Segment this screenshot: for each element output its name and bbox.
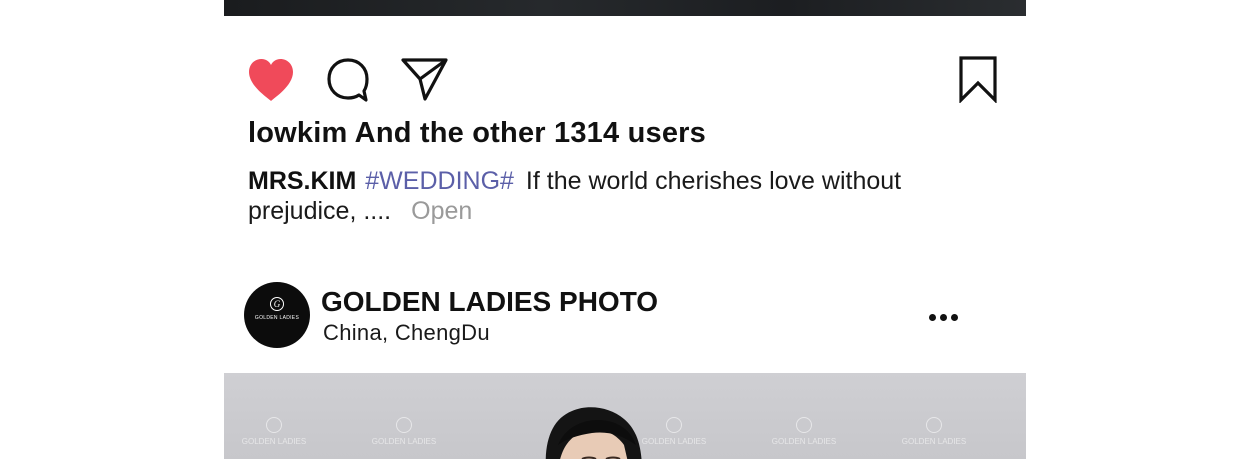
heart-filled-icon[interactable] [246, 57, 296, 103]
watermark-text: GOLDEN LADIES [901, 437, 967, 446]
watermark-text: GOLDEN LADIES [371, 437, 437, 446]
watermark: GOLDEN LADIES [234, 417, 314, 446]
post-location[interactable]: China, ChengDu [323, 320, 490, 346]
watermark-text: GOLDEN LADIES [641, 437, 707, 446]
post-caption: MRS.KIM #WEDDING# If the world cherishes … [248, 166, 948, 226]
watermark-text: GOLDEN LADIES [771, 437, 837, 446]
person-photo [545, 407, 642, 459]
previous-post-image[interactable] [224, 0, 1026, 16]
comment-bubble-icon[interactable] [325, 56, 371, 104]
post-header: G GOLDEN LADIES GOLDEN LADIES PHOTO Chin… [224, 280, 1026, 352]
svg-text:G: G [274, 299, 281, 309]
feed: lowkim And the other 1314 users MRS.KIM … [224, 0, 1026, 459]
caption-open-link[interactable]: Open [411, 197, 472, 225]
bookmark-icon[interactable] [958, 55, 998, 103]
caption-hashtag[interactable]: #WEDDING# [365, 167, 514, 195]
watermark-logo-icon [396, 417, 412, 433]
watermark-text: GOLDEN LADIES [241, 437, 307, 446]
account-name[interactable]: GOLDEN LADIES PHOTO [321, 286, 658, 318]
post-image[interactable]: GOLDEN LADIES GOLDEN LADIES GOLDEN LADIE… [224, 373, 1026, 459]
more-horizontal-icon [929, 314, 936, 321]
avatar-brand-text: GOLDEN LADIES [254, 315, 300, 321]
avatar[interactable]: G GOLDEN LADIES [244, 282, 310, 348]
watermark-logo-icon [266, 417, 282, 433]
watermark-logo-icon [666, 417, 682, 433]
watermark-logo-icon [796, 417, 812, 433]
likes-summary[interactable]: lowkim And the other 1314 users [248, 117, 706, 150]
watermark: GOLDEN LADIES [894, 417, 974, 446]
location-country: China, [323, 320, 389, 345]
more-dot [951, 314, 958, 321]
more-dot [940, 314, 947, 321]
paper-plane-icon[interactable] [400, 55, 450, 101]
watermark: GOLDEN LADIES [364, 417, 444, 446]
watermark-logo-icon [926, 417, 942, 433]
post-action-bar [224, 52, 1026, 106]
location-city: ChengDu [394, 320, 490, 345]
brand-logo-icon: G [270, 297, 284, 311]
watermark: GOLDEN LADIES [764, 417, 844, 446]
more-options-button[interactable] [924, 300, 962, 332]
caption-author[interactable]: MRS.KIM [248, 167, 356, 195]
